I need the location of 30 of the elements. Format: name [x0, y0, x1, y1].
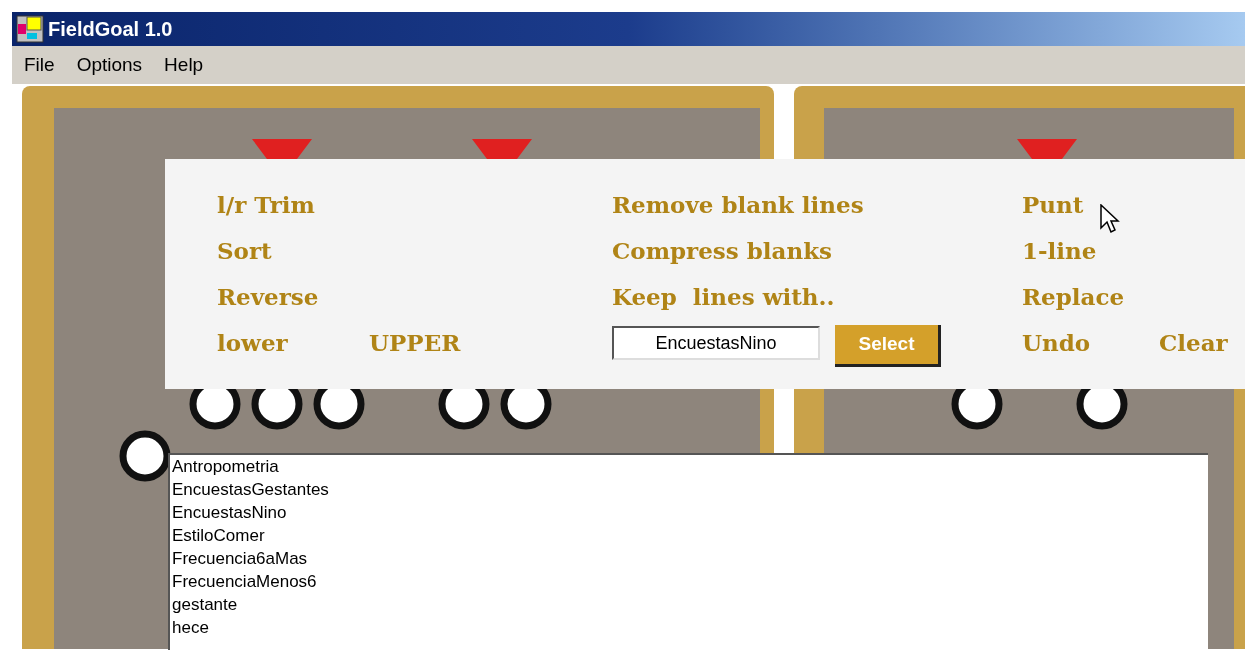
list-item[interactable]: EstiloComer — [172, 526, 265, 545]
app-icon — [16, 15, 44, 43]
cursor-icon — [1100, 204, 1120, 236]
command-link[interactable]: l/r Trim — [217, 187, 315, 223]
menu-item[interactable]: Options — [76, 50, 143, 80]
filter-field[interactable]: EncuestasNino — [612, 326, 820, 360]
command-link[interactable]: 1-line — [1022, 233, 1097, 269]
list-box[interactable]: Antropometria EncuestasGestantes EncuestasNino EstiloComer Frecuencia6aMas FrecuenciaMenos6 gestante hece — [168, 453, 1208, 650]
command-link[interactable]: Clear — [1159, 325, 1228, 361]
command-link[interactable]: Replace — [1022, 279, 1125, 315]
menu-item[interactable]: Help — [164, 50, 204, 80]
list-item[interactable]: Frecuencia6aMas — [172, 549, 308, 568]
window-title: FieldGoal 1.0 — [48, 17, 173, 42]
menu-item[interactable]: File — [24, 50, 55, 80]
command-link[interactable]: Undo — [1022, 325, 1091, 361]
command-link[interactable]: Sort — [217, 233, 272, 269]
command-link[interactable]: Compress blanks — [612, 233, 833, 269]
list-item[interactable]: EncuestasNino — [172, 503, 287, 522]
command-link[interactable]: lower — [217, 325, 288, 361]
list-item[interactable]: hece — [172, 618, 209, 637]
command-link[interactable]: Remove blank lines — [612, 187, 864, 223]
command-link[interactable]: Reverse — [217, 279, 319, 315]
command-link[interactable]: UPPER — [369, 325, 461, 361]
command-link[interactable]: Keep lines with.. — [612, 279, 835, 315]
list-item[interactable]: FrecuenciaMenos6 — [172, 572, 317, 591]
list-item[interactable]: EncuestasGestantes — [172, 480, 329, 499]
list-item[interactable]: gestante — [172, 595, 238, 614]
command-link[interactable]: Punt — [1022, 187, 1084, 223]
select-button[interactable]: Select — [835, 325, 941, 367]
list-item[interactable]: Antropometria — [172, 457, 279, 476]
